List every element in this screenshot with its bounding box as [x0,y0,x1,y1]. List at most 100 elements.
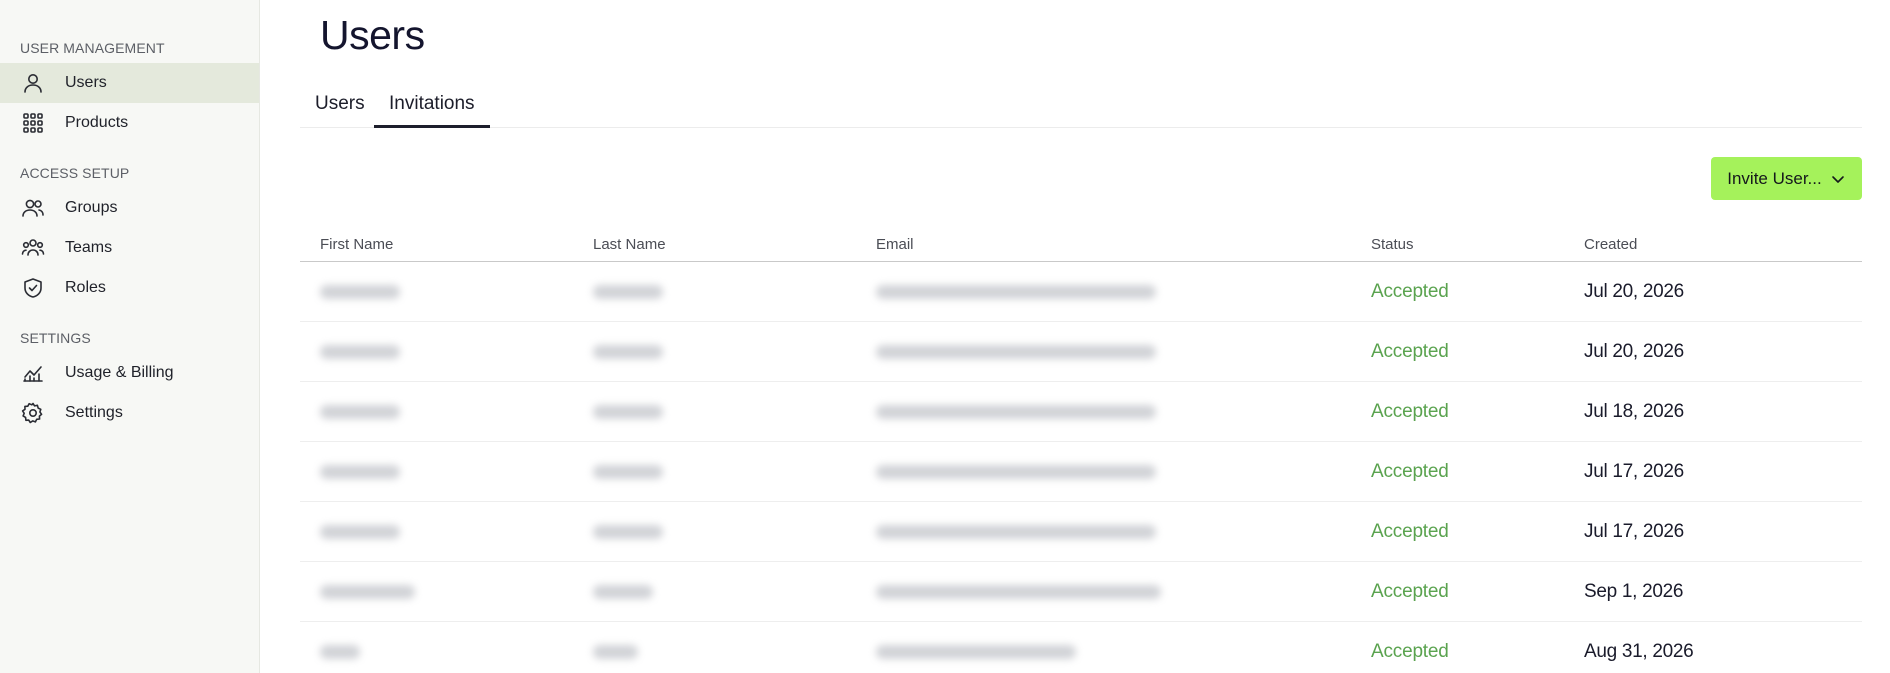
group-icon [20,195,46,221]
redacted-first-name [320,285,400,299]
section-heading-settings: SETTINGS [20,330,91,346]
status-badge: Accepted [1371,461,1449,482]
redacted-last-name [593,585,653,599]
created-date: Sep 1, 2026 [1584,581,1684,602]
sidebar-item-groups[interactable]: Groups [0,188,259,228]
redacted-last-name [593,405,663,419]
redacted-email [876,585,1161,599]
redacted-last-name [593,525,663,539]
first-name-cell [320,262,400,322]
last-name-cell [593,502,663,562]
email-cell [876,382,1156,442]
last-name-cell [593,622,638,673]
table-header: First Name Last Name Email Status Create… [300,230,1862,262]
section-heading-access-setup: ACCESS SETUP [20,165,130,181]
table-body: Accepted Jul 20, 2026 Accepted Jul 20, 2026… [300,262,1862,673]
email-cell [876,622,1076,673]
status-badge: Accepted [1371,341,1449,362]
column-header-first-name[interactable]: First Name [320,236,393,253]
sidebar-item-products[interactable]: Products [0,103,259,143]
redacted-email [876,405,1156,419]
last-name-cell [593,322,663,382]
invite-user-button[interactable]: Invite User... [1711,157,1862,200]
redacted-first-name [320,345,400,359]
sidebar-item-label: Teams [65,239,113,256]
last-name-cell [593,562,653,622]
email-cell [876,562,1161,622]
column-header-email[interactable]: Email [876,236,914,253]
redacted-email [876,345,1156,359]
sidebar-item-label: Usage & Billing [65,364,174,381]
section-heading-user-management: USER MANAGEMENT [20,40,165,56]
team-icon [20,235,46,261]
main-content: Users Users Invitations Invite User... F… [260,0,1890,673]
created-date: Jul 20, 2026 [1584,281,1684,302]
sidebar-item-teams[interactable]: Teams [0,228,259,268]
user-icon [20,70,46,96]
first-name-cell [320,382,400,442]
email-cell [876,262,1156,322]
table-row[interactable]: Accepted Jul 20, 2026 [300,322,1862,382]
first-name-cell [320,562,415,622]
table-row[interactable]: Accepted Jul 20, 2026 [300,262,1862,322]
sidebar-item-label: Groups [65,199,118,216]
status-badge: Accepted [1371,401,1449,422]
sidebar-item-label: Roles [65,279,106,296]
shield-icon [20,275,46,301]
redacted-first-name [320,405,400,419]
column-header-created[interactable]: Created [1584,236,1637,253]
status-badge: Accepted [1371,521,1449,542]
sidebar-item-usage-billing[interactable]: Usage & Billing [0,353,259,393]
sidebar-item-label: Settings [65,404,123,421]
tab-invitations[interactable]: Invitations [374,84,490,128]
redacted-first-name [320,465,400,479]
email-cell [876,322,1156,382]
redacted-email [876,285,1156,299]
redacted-first-name [320,645,360,659]
redacted-first-name [320,525,400,539]
created-date: Jul 18, 2026 [1584,401,1684,422]
sidebar-item-roles[interactable]: Roles [0,268,259,308]
page-title: Users [320,12,425,58]
redacted-email [876,525,1156,539]
invite-user-label: Invite User... [1727,168,1822,188]
sidebar-item-label: Products [65,114,129,131]
redacted-last-name [593,285,663,299]
column-header-last-name[interactable]: Last Name [593,236,666,253]
redacted-last-name [593,645,638,659]
redacted-email [876,645,1076,659]
redacted-last-name [593,465,663,479]
table-row[interactable]: Accepted Sep 1, 2026 [300,562,1862,622]
redacted-first-name [320,585,415,599]
table-row[interactable]: Accepted Jul 17, 2026 [300,502,1862,562]
first-name-cell [320,502,400,562]
redacted-last-name [593,345,663,359]
table-row[interactable]: Accepted Jul 17, 2026 [300,442,1862,502]
tab-users[interactable]: Users [315,84,365,128]
column-header-status[interactable]: Status [1371,236,1414,253]
first-name-cell [320,622,360,673]
gear-icon [20,400,46,426]
last-name-cell [593,262,663,322]
chevron-down-icon [1831,175,1844,183]
sidebar-item-settings[interactable]: Settings [0,393,259,433]
status-badge: Accepted [1371,581,1449,602]
chart-icon [20,360,46,386]
email-cell [876,442,1156,502]
tab-bar: Users Invitations [300,84,1862,128]
table-row[interactable]: Accepted Jul 18, 2026 [300,382,1862,442]
last-name-cell [593,442,663,502]
status-badge: Accepted [1371,641,1449,662]
created-date: Jul 20, 2026 [1584,341,1684,362]
sidebar-item-users[interactable]: Users [0,63,259,103]
email-cell [876,502,1156,562]
invitations-table: First Name Last Name Email Status Create… [300,230,1862,673]
status-badge: Accepted [1371,281,1449,302]
created-date: Aug 31, 2026 [1584,641,1694,662]
created-date: Jul 17, 2026 [1584,521,1684,542]
table-row[interactable]: Accepted Aug 31, 2026 [300,622,1862,673]
grid-icon [20,110,46,136]
first-name-cell [320,322,400,382]
first-name-cell [320,442,400,502]
last-name-cell [593,382,663,442]
